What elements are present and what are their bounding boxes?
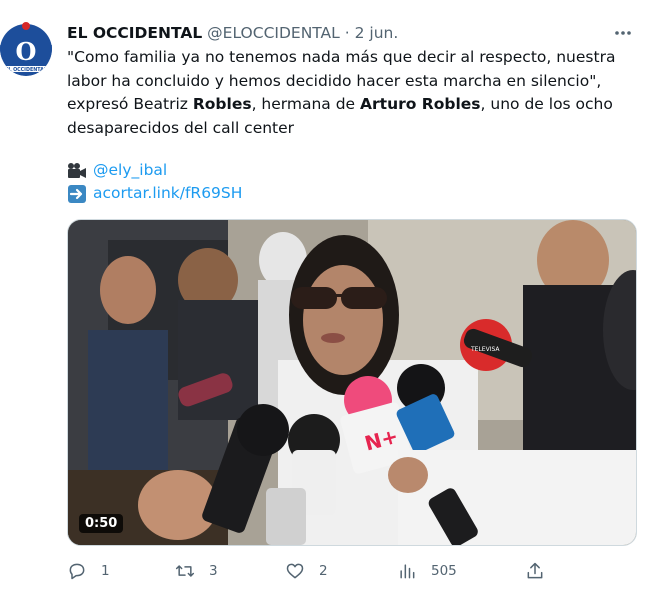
short-link-line: acortar.link/fR69SH: [67, 182, 242, 205]
retweet-count: 3: [209, 563, 218, 579]
share-icon: [527, 562, 543, 579]
view-count: 505: [431, 563, 457, 579]
tweet-date[interactable]: 2 jun.: [355, 24, 399, 42]
reply-count: 1: [101, 563, 110, 579]
display-name[interactable]: EL OCCIDENTAL: [67, 24, 202, 42]
views-icon: [400, 564, 415, 579]
avatar-letter: O: [16, 37, 37, 66]
retweet-icon: [175, 565, 195, 577]
avatar[interactable]: O EL OCCIDENTAL: [0, 20, 52, 76]
views-button[interactable]: 505: [397, 558, 457, 584]
handle[interactable]: @ELOCCIDENTAL: [207, 24, 340, 42]
more-button[interactable]: [610, 20, 636, 46]
mic-label-televisa: TELEVISA: [470, 346, 500, 353]
video-player[interactable]: N+ TELEVISA 0:50: [67, 219, 637, 546]
action-bar: 1 3 2 505: [67, 558, 627, 584]
like-count: 2: [319, 563, 328, 579]
short-link[interactable]: acortar.link/fR69SH: [93, 182, 242, 205]
video-frame: N+ TELEVISA: [68, 220, 636, 545]
separator: ·: [344, 24, 350, 42]
credit-line: @ely_ibal: [67, 159, 167, 182]
newspaper-logo-icon: O EL OCCIDENTAL: [0, 20, 52, 76]
bold-name-1: Robles: [192, 95, 252, 113]
tweet-text: "Como familia ya no tenemos nada más que…: [67, 46, 632, 140]
video-camera-icon: [68, 162, 86, 178]
tweet-header: EL OCCIDENTAL @ELOCCIDENTAL · 2 jun.: [67, 22, 640, 44]
heart-icon: [286, 563, 304, 579]
right-arrow-icon: [68, 184, 86, 203]
reply-icon: [69, 563, 85, 580]
tweet: O EL OCCIDENTAL EL OCCIDENTAL @ELOCCIDEN…: [0, 0, 648, 600]
reply-button[interactable]: 1: [67, 558, 110, 584]
bold-name-2: Arturo Robles: [360, 95, 481, 113]
video-duration: 0:50: [79, 514, 124, 533]
avatar-caption: EL OCCIDENTAL: [5, 67, 47, 73]
share-button[interactable]: [525, 558, 559, 584]
tweet-text-part2: , hermana de: [251, 95, 361, 113]
like-button[interactable]: 2: [285, 558, 328, 584]
retweet-button[interactable]: 3: [175, 558, 218, 584]
more-icon: [615, 31, 631, 35]
credit-link[interactable]: @ely_ibal: [93, 159, 167, 182]
